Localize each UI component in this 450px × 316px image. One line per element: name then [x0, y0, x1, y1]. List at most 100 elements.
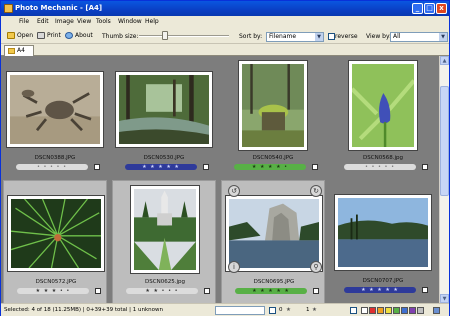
sort-by-value: Filename: [269, 33, 297, 40]
chevron-down-icon: ▼: [439, 33, 447, 41]
maximize-button[interactable]: □: [424, 3, 435, 14]
about-button[interactable]: About: [65, 31, 93, 41]
thumbnail-image[interactable]: [334, 194, 432, 271]
color-swatch-red[interactable]: [369, 307, 376, 314]
menu-view[interactable]: View: [77, 18, 91, 25]
about-label: About: [75, 32, 93, 39]
view-by-select[interactable]: All ▼: [390, 32, 448, 42]
thumbnail-checkbox[interactable]: [422, 287, 428, 293]
tag-filter-checkbox[interactable]: [269, 307, 276, 314]
star-filter-icon[interactable]: ★: [286, 307, 291, 313]
thumbnail-cell[interactable]: DSCN0707.JPG ★ ★ ★ ★ ★: [331, 180, 435, 303]
tab-bar: A4: [1, 44, 449, 56]
thumbnail-cell[interactable]: DSCN0625.jpg ★ ★ • • •: [112, 180, 216, 303]
scroll-down-button[interactable]: ▼: [440, 294, 449, 303]
open-label: Open: [17, 32, 34, 39]
window-title: Photo Mechanic - [A4]: [15, 4, 103, 12]
tab-label: A4: [17, 47, 25, 54]
menu-help[interactable]: Help: [145, 18, 159, 25]
printer-icon: [37, 32, 45, 39]
thumbnail-checkbox[interactable]: [422, 164, 428, 170]
color-swatch-yellow[interactable]: [385, 307, 392, 314]
thumbnail-checkbox[interactable]: [204, 288, 210, 294]
color-filter-checkbox[interactable]: [350, 307, 357, 314]
chevron-down-icon: ▼: [315, 33, 323, 41]
thumbnail-image[interactable]: [238, 60, 308, 151]
thumbnail-image[interactable]: [130, 185, 200, 274]
title-bar[interactable]: Photo Mechanic - [A4] _ □ x: [1, 1, 449, 16]
rating-bar[interactable]: • • • • •: [344, 164, 416, 170]
rating-bar[interactable]: ★ ★ ★ ★ ★: [344, 287, 416, 293]
open-button[interactable]: Open: [7, 31, 33, 41]
color-swatch-none[interactable]: [361, 307, 368, 314]
thumbnail-image[interactable]: [225, 195, 323, 272]
status-search-field[interactable]: [215, 306, 265, 315]
app-window: Photo Mechanic - [A4] _ □ x File Edit Im…: [0, 0, 450, 316]
minimize-button[interactable]: _: [412, 3, 423, 14]
tab-a4[interactable]: A4: [4, 45, 34, 56]
thumbnail-cell[interactable]: DSCN0530.JPG ★ ★ ★ ★ ★: [112, 56, 216, 180]
thumbnail-cell[interactable]: DSCN0568.jpg • • • • •: [331, 56, 435, 180]
rating-bar[interactable]: ★ ★ ★ ★ •: [234, 164, 306, 170]
thumbnail-filename: DSCN0568.jpg: [363, 155, 403, 161]
color-swatch-gray[interactable]: [417, 307, 424, 314]
rating-bar[interactable]: ★ ★ • • •: [126, 288, 198, 294]
rating-bar[interactable]: ★ ★ ★ ★ ★: [125, 164, 197, 170]
thumbnail-cell[interactable]: DSCN0388.JPG • • • • •: [3, 56, 107, 180]
thumbnail-filename: DSCN0695.JPG: [253, 279, 295, 285]
thumbnail-image[interactable]: [7, 195, 105, 272]
zoom-icon[interactable]: ⚲: [310, 261, 322, 273]
thumbnail-image[interactable]: [6, 71, 104, 148]
color-swatch-blue[interactable]: [401, 307, 408, 314]
thumbnail-image[interactable]: [115, 71, 213, 148]
forest-stream-photo: [119, 75, 209, 144]
thumb-size-slider-track[interactable]: [139, 35, 229, 37]
thumbnail-checkbox[interactable]: [203, 164, 209, 170]
rating-bar[interactable]: ★ ★ ★ ★ ★: [235, 288, 307, 294]
color-swatch-purple[interactable]: [409, 307, 416, 314]
thumbnail-cell[interactable]: ↺ ↻ i ⚲ DSCN0695.JPG ★ ★ ★ ★ ★: [221, 180, 325, 303]
thumb-size-slider-handle[interactable]: [162, 31, 168, 40]
crab-photo: [10, 75, 100, 144]
thumbnail-cell[interactable]: DSCN0572.JPG ★ ★ ★ • •: [3, 180, 107, 303]
rotate-left-icon[interactable]: ↺: [228, 185, 240, 197]
color-swatch-orange[interactable]: [377, 307, 384, 314]
thumbnail-filename: DSCN0707.JPG: [362, 278, 404, 284]
rotate-right-icon[interactable]: ↻: [310, 185, 322, 197]
star-count: 1: [306, 307, 310, 313]
print-button[interactable]: Print: [37, 31, 61, 41]
thumbnail-image[interactable]: [348, 60, 418, 151]
menu-image[interactable]: Image: [55, 18, 74, 25]
view-by-value: All: [393, 33, 401, 40]
menu-tools[interactable]: Tools: [96, 18, 111, 25]
info-icon[interactable]: i: [228, 261, 240, 273]
thumbnail-checkbox[interactable]: [94, 164, 100, 170]
color-swatch-all[interactable]: [433, 307, 440, 314]
sort-by-select[interactable]: Filename ▼: [266, 32, 324, 42]
vertical-scrollbar[interactable]: ▲ ▼: [439, 56, 449, 303]
menu-window[interactable]: Window: [118, 18, 142, 25]
mossy-stump-photo: [242, 64, 304, 147]
thumbnail-cell[interactable]: DSCN0540.JPG ★ ★ ★ ★ •: [221, 56, 325, 180]
folder-open-icon: [7, 32, 15, 39]
menu-file[interactable]: File: [19, 18, 29, 25]
contact-sheet[interactable]: DSCN0388.JPG • • • • • DSCN0530.JPG ★ ★ …: [1, 56, 439, 303]
status-text: Selected: 4 of 18 (11.25MB) | 0+39+39 to…: [4, 307, 164, 313]
print-label: Print: [47, 32, 61, 39]
scroll-thumb[interactable]: [440, 86, 449, 196]
star-filter-icon[interactable]: ★: [312, 307, 317, 313]
thumbnail-filename: DSCN0540.JPG: [252, 155, 294, 161]
thumbnail-checkbox[interactable]: [313, 288, 319, 294]
rating-bar[interactable]: • • • • •: [16, 164, 88, 170]
close-button[interactable]: x: [436, 3, 447, 14]
menu-edit[interactable]: Edit: [37, 18, 49, 25]
color-swatch-green[interactable]: [393, 307, 400, 314]
thumbnail-checkbox[interactable]: [95, 288, 101, 294]
reverse-checkbox[interactable]: [328, 33, 335, 40]
scroll-up-button[interactable]: ▲: [440, 56, 449, 65]
app-icon: [4, 4, 13, 13]
rating-bar[interactable]: ★ ★ ★ • •: [17, 288, 89, 294]
thumbnail-filename: DSCN0530.JPG: [143, 155, 185, 161]
thumbnail-checkbox[interactable]: [312, 164, 318, 170]
folder-icon: [8, 48, 15, 54]
